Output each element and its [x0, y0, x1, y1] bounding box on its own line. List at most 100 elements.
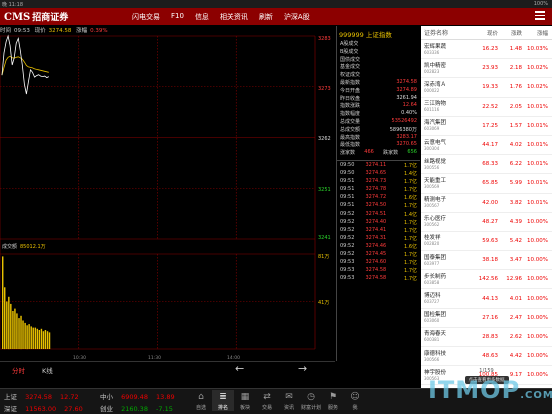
quote-value: 3274.89 [396, 86, 417, 93]
index-sh[interactable]: 上证 3274.58 12.72 [4, 391, 79, 401]
list-item[interactable]: 三江购物 601116 22.52 2.05 10.01% [421, 98, 552, 117]
bottom-tab-ranking[interactable]: ≣ 排名 [212, 390, 234, 411]
stock-pct: 10.00% [527, 333, 548, 340]
stock-change: 4.39 [509, 218, 522, 225]
tick-price: 3274.31 [365, 234, 387, 241]
stock-change: 1.48 [509, 46, 522, 53]
volume-bar [30, 326, 32, 349]
list-item[interactable]: 国检集团 603060 27.16 2.47 10.00% [421, 309, 552, 328]
stock-change: 2.05 [509, 103, 522, 110]
quote-row: B股成交 [337, 48, 420, 56]
nav-related-news[interactable]: 相关资讯 [220, 12, 248, 22]
quote-value: 3283.17 [396, 133, 417, 140]
quote-key: 基金成交 [340, 64, 361, 71]
quote-value: 53526492 [391, 117, 417, 124]
bottom-tab-me[interactable]: ☺ 我 [344, 390, 366, 411]
list-item[interactable]: 康德科技 300566 48.63 4.42 10.00% [421, 347, 552, 367]
list-item[interactable]: 桂发祥 002820 59.63 5.42 10.00% [421, 232, 552, 252]
quote-row: A股成交 [337, 40, 420, 48]
col-price[interactable]: 现价 [471, 29, 498, 37]
list-item[interactable]: 天能重工 300569 65.85 5.99 10.01% [421, 174, 552, 194]
tab-kline[interactable]: K线 [42, 365, 53, 375]
volume-bar [24, 322, 26, 349]
price-line [1, 34, 49, 95]
updown-row: 涨家数 466 跌家数 656 [337, 149, 420, 157]
nav-f10[interactable]: F10 [171, 12, 184, 22]
tick-volume: 1.7亿 [404, 179, 417, 186]
stock-pct: 10.02% [527, 65, 548, 72]
list-item[interactable]: 国泰集团 603977 38.18 3.47 10.00% [421, 251, 552, 271]
bottom-tab-trade[interactable]: ⇄ 交易 [256, 390, 278, 411]
stock-pct: 10.03% [527, 46, 548, 53]
volume-bar [38, 330, 41, 349]
stock-change: 3.82 [509, 199, 522, 206]
sh-name: 上证 [4, 393, 17, 401]
stock-name-cell: 国泰集团 603977 [421, 255, 471, 266]
list-item[interactable]: 博迈科 603727 44.13 4.01 10.00% [421, 289, 552, 309]
col-pct[interactable]: 涨幅 [522, 29, 550, 37]
tick-row: 09:51 3274.72 1.6亿 [337, 194, 420, 202]
col-name[interactable]: 证券名称 [421, 28, 471, 37]
stock-price: 38.18 [482, 257, 498, 264]
quote-value: 0.40% [401, 110, 417, 117]
nav-market-a[interactable]: 沪深A股 [284, 12, 310, 22]
index-title: 999999 上证指数 [339, 31, 392, 39]
nav-flash-trade[interactable]: 闪电交易 [132, 12, 160, 22]
bottom-tab-service[interactable]: ⚑ 服务 [322, 390, 344, 411]
nav-info[interactable]: 信息 [195, 12, 209, 22]
list-item[interactable]: 凯中精密 002823 23.93 2.18 10.02% [421, 59, 552, 79]
tick-price: 3274.73 [365, 178, 387, 185]
tick-volume: 1.4亿 [404, 211, 417, 218]
list-item[interactable]: 精测电子 300567 42.00 3.82 10.01% [421, 194, 552, 213]
stock-change: 4.42 [509, 353, 522, 360]
chart-tabs: 分时 K线 ← → [0, 361, 335, 376]
bottom-tab-sector[interactable]: ▦ 板块 [234, 390, 256, 411]
cy-name: 创业 [100, 405, 113, 413]
volume-bar [48, 332, 51, 349]
list-item[interactable]: 步长制药 603858 142.56 12.96 10.00% [421, 270, 552, 290]
stock-pct: 10.00% [527, 218, 548, 225]
bottom-tabs: ⌂ 自选 ≣ 排名 ▦ 板块 ⇄ 交易 ✉ 资讯 ◷ 财富计划 ⚑ 服务 ☺ 我 [190, 390, 366, 411]
quote-row: 基金成交 [337, 63, 420, 71]
stock-name-cell: 凯中精密 002823 [421, 63, 471, 74]
quote-key: 昨日收盘 [340, 95, 361, 102]
quote-value: 3274.58 [396, 78, 417, 85]
list-item[interactable]: 深赤湾Ａ 000022 19.33 1.76 10.02% [421, 78, 552, 98]
menu-icon[interactable] [535, 11, 545, 20]
list-item[interactable]: 云意电气 300304 44.17 4.02 10.01% [421, 136, 552, 156]
quote-value: 12.64 [402, 102, 417, 109]
tick-volume: 1.4亿 [404, 171, 417, 178]
bottom-tab-watchlist[interactable]: ⌂ 自选 [190, 390, 212, 411]
list-item[interactable]: 青海春天 600381 28.83 2.62 10.00% [421, 328, 552, 347]
index-cy[interactable]: 创业 2160.38 -7.15 [100, 403, 173, 413]
sh-price: 3274.58 [25, 393, 52, 401]
stock-name-cell: 宏辉果蔬 603336 [421, 44, 471, 55]
stock-change: 6.22 [509, 161, 522, 168]
y-tick-3: 3262 [318, 136, 331, 142]
intraday-chart[interactable]: 3283 3273 3262 3251 3241 成交额 85012.1万 81… [0, 34, 335, 361]
arrow-right-icon[interactable]: → [298, 362, 307, 375]
volume-bar [4, 287, 6, 350]
index-zx[interactable]: 中小 6909.48 13.89 [100, 391, 175, 401]
list-item[interactable]: 宏辉果蔬 603336 16.23 1.48 10.03% [421, 40, 552, 60]
bottom-tab-label: 自选 [195, 405, 206, 411]
tab-intraday[interactable]: 分时 [12, 365, 25, 375]
tick-row: 09:50 3274.65 1.4亿 [337, 170, 420, 178]
stock-name-cell: 康德科技 300566 [421, 351, 471, 362]
bottom-tab-news[interactable]: ✉ 资讯 [278, 390, 300, 411]
list-item[interactable]: 海汽集团 603069 17.25 1.57 10.01% [421, 117, 552, 136]
quote-key: 指数涨跌 [340, 103, 361, 110]
index-sz[interactable]: 深证 11563.00 27.60 [4, 403, 83, 413]
list-item[interactable]: 乐心医疗 300562 48.27 4.39 10.00% [421, 213, 552, 232]
nav-refresh[interactable]: 刷新 [259, 12, 273, 22]
watermark-text: ITMOP [428, 376, 521, 404]
zx-name: 中小 [100, 393, 113, 401]
col-change[interactable]: 涨跌 [498, 29, 522, 37]
tick-volume: 1.6亿 [404, 195, 417, 202]
stock-price: 22.52 [482, 103, 498, 110]
arrow-left-icon[interactable]: ← [235, 362, 244, 375]
bottom-tab-wealth-plan[interactable]: ◷ 财富计划 [300, 390, 322, 411]
tick-row: 09:52 3274.40 1.7亿 [337, 219, 420, 227]
list-item[interactable]: 丝路视觉 300556 68.33 6.22 10.01% [421, 155, 552, 175]
stock-pct: 10.02% [527, 84, 548, 91]
